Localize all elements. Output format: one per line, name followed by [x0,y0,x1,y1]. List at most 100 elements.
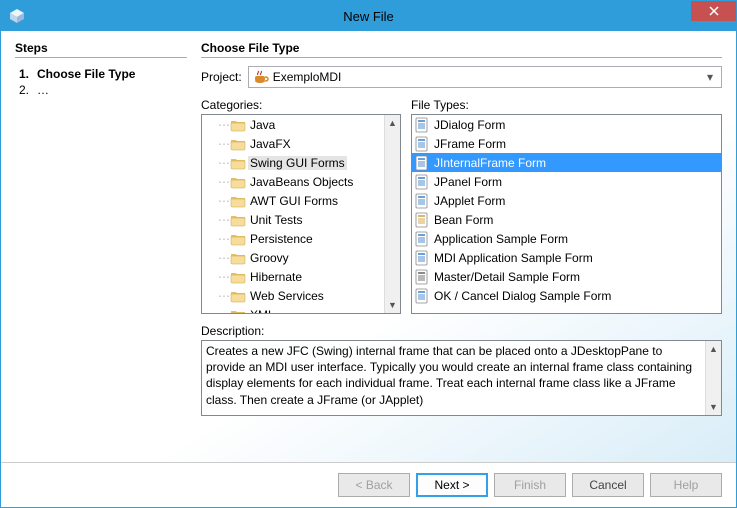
file-icon [414,250,430,266]
category-item[interactable]: ⋯Java [202,115,384,134]
category-item[interactable]: ⋯JavaBeans Objects [202,172,384,191]
folder-icon [230,288,246,304]
next-button[interactable]: Next > [416,473,488,497]
category-label: AWT GUI Forms [248,194,340,208]
category-label: JavaFX [248,137,293,151]
category-label: Hibernate [248,270,304,284]
category-label: XML [248,308,277,314]
tree-connector-icon: ⋯ [218,251,228,265]
category-item[interactable]: ⋯Hibernate [202,267,384,286]
tree-connector-icon: ⋯ [218,194,228,208]
category-label: Web Services [248,289,326,303]
categories-listbox[interactable]: ⋯Java⋯JavaFX⋯Swing GUI Forms⋯JavaBeans O… [201,114,401,314]
tree-connector-icon: ⋯ [218,289,228,303]
step-label: Choose File Type [37,67,135,81]
category-item[interactable]: ⋯Unit Tests [202,210,384,229]
folder-icon [230,212,246,228]
filetype-item[interactable]: MDI Application Sample Form [412,248,721,267]
file-icon [414,212,430,228]
filetype-item[interactable]: Bean Form [412,210,721,229]
scroll-up-icon[interactable]: ▲ [385,115,400,131]
project-row: Project: ExemploMDI ▾ [201,66,722,88]
main-panel: Choose File Type Project: ExemploMDI ▾ C… [201,31,736,462]
wizard-body: Steps 1.Choose File Type2.… Choose File … [1,31,736,462]
wizard-footer: < Back Next > Finish Cancel Help [1,462,736,507]
file-icon [414,117,430,133]
category-item[interactable]: ⋯ Swing GUI Forms [202,153,384,172]
filetype-label: JApplet Form [434,194,505,208]
folder-icon [230,117,246,133]
filetype-label: MDI Application Sample Form [434,251,593,265]
scrollbar[interactable]: ▲ ▼ [384,115,400,313]
back-button[interactable]: < Back [338,473,410,497]
category-label: JavaBeans Objects [248,175,355,189]
filetype-item[interactable]: JFrame Form [412,134,721,153]
steps-panel: Steps 1.Choose File Type2.… [1,31,201,462]
category-item[interactable]: ⋯JavaFX [202,134,384,153]
filetype-item[interactable]: OK / Cancel Dialog Sample Form [412,286,721,305]
description-label: Description: [201,324,722,338]
file-icon [414,155,430,171]
categories-label: Categories: [201,98,401,112]
folder-icon [230,193,246,209]
divider [15,57,187,58]
file-icon [414,174,430,190]
scroll-down-icon[interactable]: ▼ [385,297,400,313]
step-item: 1.Choose File Type [15,66,187,82]
scroll-down-icon[interactable]: ▼ [706,399,721,415]
filetype-label: JFrame Form [434,137,506,151]
scroll-up-icon[interactable]: ▲ [706,341,721,357]
coffee-cup-icon [253,69,269,85]
folder-icon [230,155,246,171]
category-label: Swing GUI Forms [248,156,347,170]
step-item: 2.… [15,82,187,98]
filetype-label: Master/Detail Sample Form [434,270,580,284]
filetypes-listbox[interactable]: JDialog Form JFrame Form JInternalFrame Fo… [411,114,722,314]
folder-icon [230,307,246,314]
chevron-down-icon: ▾ [703,70,717,84]
folder-icon [230,231,246,247]
tree-connector-icon: ⋯ [218,156,228,170]
filetype-label: Bean Form [434,213,493,227]
folder-icon [230,136,246,152]
project-dropdown[interactable]: ExemploMDI ▾ [248,66,722,88]
filetype-item[interactable]: Application Sample Form [412,229,721,248]
finish-button[interactable]: Finish [494,473,566,497]
folder-icon [230,269,246,285]
file-icon [414,288,430,304]
filetype-item[interactable]: JInternalFrame Form [412,153,721,172]
file-icon [414,231,430,247]
category-item[interactable]: ⋯ Web Services [202,286,384,305]
cancel-button[interactable]: Cancel [572,473,644,497]
category-label: Persistence [248,232,315,246]
close-button[interactable] [691,1,736,21]
category-label: Unit Tests [248,213,304,227]
category-item[interactable]: ⋯ Persistence [202,229,384,248]
filetype-label: JDialog Form [434,118,505,132]
filetype-item[interactable]: JApplet Form [412,191,721,210]
filetype-item[interactable]: JDialog Form [412,115,721,134]
wizard-window: New File Steps 1.Choose File Type2.… Cho… [0,0,737,508]
project-value: ExemploMDI [273,70,342,84]
category-item[interactable]: ⋯Groovy [202,248,384,267]
steps-list: 1.Choose File Type2.… [15,66,187,98]
window-title: New File [1,9,736,24]
help-button[interactable]: Help [650,473,722,497]
description-text: Creates a new JFC (Swing) internal frame… [206,344,692,407]
tree-connector-icon: ⋯ [218,308,228,314]
category-item[interactable]: ⋯ XML [202,305,384,313]
scrollbar[interactable]: ▲ ▼ [705,341,721,415]
project-label: Project: [201,70,242,84]
filetypes-label: File Types: [411,98,722,112]
filetypes-column: File Types: JDialog Form JFrame Form JInte… [411,98,722,314]
filetype-item[interactable]: Master/Detail Sample Form [412,267,721,286]
tree-connector-icon: ⋯ [218,232,228,246]
filetype-label: JInternalFrame Form [434,156,546,170]
filetype-label: Application Sample Form [434,232,568,246]
step-number: 2. [15,83,29,97]
category-item[interactable]: ⋯ AWT GUI Forms [202,191,384,210]
main-heading: Choose File Type [201,41,722,55]
filetype-item[interactable]: JPanel Form [412,172,721,191]
file-icon [414,136,430,152]
file-icon [414,193,430,209]
